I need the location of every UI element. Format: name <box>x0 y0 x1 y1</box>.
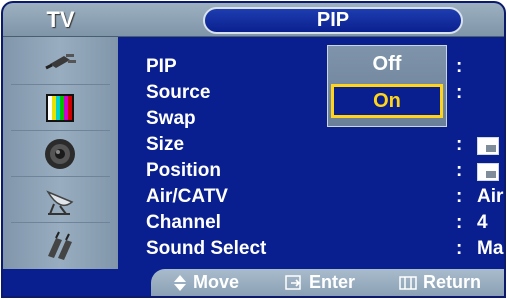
menu-item-air-catv[interactable]: Air/CATV <box>146 185 228 209</box>
separator: : <box>456 56 463 77</box>
color-bars-icon[interactable] <box>41 89 79 127</box>
tv-osd-screen: TV PIP PIP Source Swap Size Position Air… <box>1 1 506 298</box>
pip-dropdown[interactable]: Off On <box>327 45 447 127</box>
menu-item-source[interactable]: Source <box>146 81 210 105</box>
enter-hint: Enter <box>285 272 355 293</box>
option-off[interactable]: Off <box>330 48 444 81</box>
enter-icon <box>285 274 301 290</box>
menu-item-size[interactable]: Size <box>146 133 184 157</box>
title-bar: TV PIP <box>3 3 504 37</box>
size-icon <box>477 137 499 155</box>
satellite-dish-icon[interactable] <box>41 181 79 219</box>
menu-item-swap[interactable]: Swap <box>146 107 196 131</box>
sound-select-value: Main <box>477 238 504 259</box>
separator: : <box>456 134 463 155</box>
move-label: Move <box>193 272 240 292</box>
air-catv-value: Air <box>477 186 504 207</box>
position-icon <box>477 163 499 181</box>
channel-value: 4 <box>477 212 488 233</box>
menu-item-sound-select[interactable]: Sound Select <box>146 237 266 261</box>
updown-arrow-icon <box>174 274 186 291</box>
separator: : <box>456 238 463 259</box>
separator: : <box>456 212 463 233</box>
enter-label: Enter <box>309 272 356 292</box>
menu-item-position[interactable]: Position <box>146 159 221 183</box>
connector-icon[interactable] <box>41 227 79 265</box>
return-label: Return <box>423 272 481 292</box>
separator: : <box>456 160 463 181</box>
plug-icon[interactable] <box>41 43 79 81</box>
menu-item-pip[interactable]: PIP <box>146 55 177 79</box>
speaker-icon[interactable] <box>41 135 79 173</box>
sidebar <box>3 37 118 269</box>
footer-hints: Move Enter Return <box>151 269 504 296</box>
return-hint: Return <box>399 272 481 293</box>
menu-title: PIP <box>203 7 463 34</box>
option-on[interactable]: On <box>331 84 443 118</box>
menu-item-channel[interactable]: Channel <box>146 211 221 235</box>
move-hint: Move <box>173 272 239 293</box>
separator: : <box>456 186 463 207</box>
footer-bar: Move Enter Return <box>3 269 504 296</box>
separator: : <box>456 82 463 103</box>
section-label: TV <box>46 7 75 32</box>
return-icon <box>399 275 417 290</box>
